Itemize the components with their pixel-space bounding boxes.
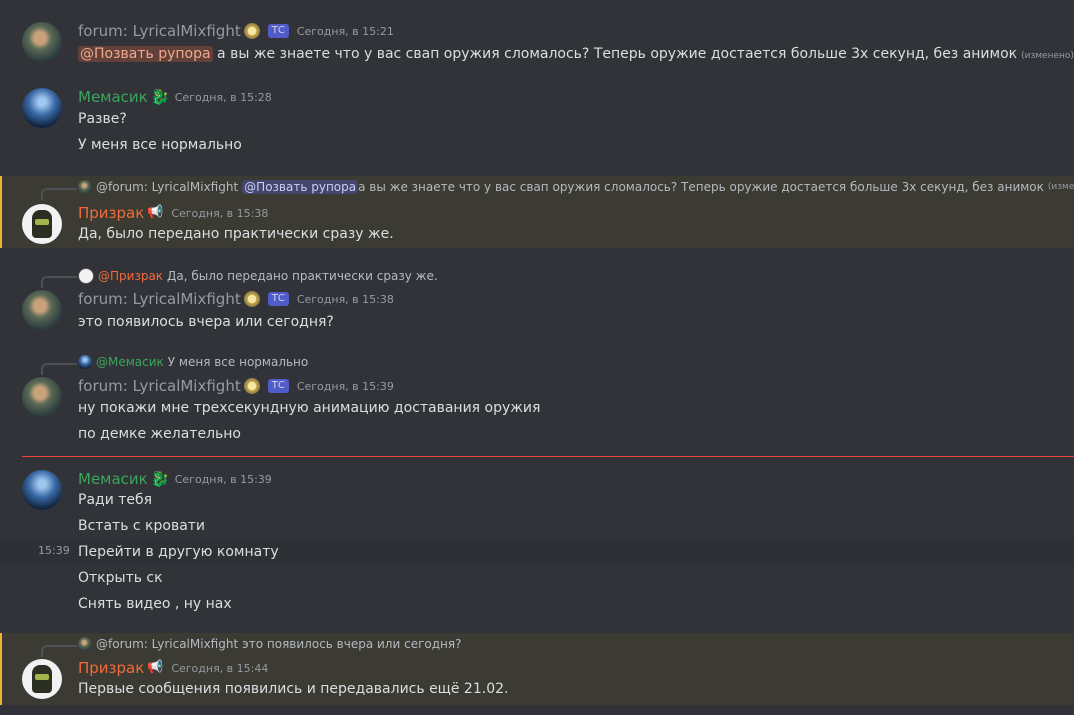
author-name[interactable]: Призрак <box>78 659 144 677</box>
medal-icon <box>243 291 260 307</box>
message[interactable]: @Призрак Да, было передано практически с… <box>0 264 1074 336</box>
author-name[interactable]: forum: LyricalMixfight <box>78 22 241 40</box>
avatar <box>78 268 94 284</box>
avatar[interactable] <box>22 470 62 510</box>
message-text: Да, было передано практически сразу же. <box>78 226 394 242</box>
reply-preview[interactable]: @forum: LyricalMixfight @Позвать рупора … <box>78 180 1074 194</box>
reply-author[interactable]: @forum: LyricalMixfight <box>96 637 238 651</box>
dragon-icon: 🐉 <box>150 470 170 488</box>
message-header: Призрак 📢 Сегодня, в 15:38 <box>78 204 268 222</box>
timestamp[interactable]: Сегодня, в 15:21 <box>297 25 394 38</box>
author-name[interactable]: forum: LyricalMixfight <box>78 377 241 395</box>
medal-icon <box>243 378 260 394</box>
timestamp[interactable]: Сегодня, в 15:38 <box>297 293 394 306</box>
reply-author[interactable]: @Мемасик <box>96 355 164 369</box>
timestamp[interactable]: Сегодня, в 15:39 <box>297 380 394 393</box>
message-header: forum: LyricalMixfight ТС Сегодня, в 15:… <box>78 377 394 395</box>
hover-timestamp[interactable]: 15:39 <box>38 544 70 557</box>
dragon-icon: 🐉 <box>150 88 170 106</box>
reply-text: Да, было передано практически сразу же. <box>167 269 438 283</box>
message-text: по демке желательно <box>78 426 241 442</box>
reply-author[interactable]: @forum: LyricalMixfight <box>96 180 238 194</box>
reply-text: а вы же знаете что у вас свап оружия сло… <box>358 180 1044 194</box>
message-text: Разве? <box>78 111 127 127</box>
avatar-mask <box>35 219 49 225</box>
edited-label: (изменено) <box>1021 51 1074 61</box>
message-mention-highlight[interactable]: @forum: LyricalMixfight @Позвать рупора … <box>0 176 1074 248</box>
message-header: Призрак 📢 Сегодня, в 15:44 <box>78 659 268 677</box>
message[interactable]: forum: LyricalMixfight ТС Сегодня, в 15:… <box>0 14 1074 74</box>
role-mention[interactable]: @Позвать рупора <box>242 180 359 194</box>
megaphone-icon: 📢 <box>147 660 164 675</box>
avatar[interactable] <box>22 290 62 330</box>
reply-author[interactable]: @Призрак <box>98 269 163 283</box>
role-mention[interactable]: @Позвать рупора <box>78 46 213 62</box>
avatar[interactable] <box>22 659 62 699</box>
message[interactable]: Мемасик 🐉 Сегодня, в 15:28 Разве? У меня… <box>0 80 1074 160</box>
avatar[interactable] <box>22 88 62 128</box>
medal-icon <box>243 23 260 39</box>
message-header: forum: LyricalMixfight ТС Сегодня, в 15:… <box>78 290 394 308</box>
message-text: Перейти в другую комнату <box>78 544 279 560</box>
author-name[interactable]: Мемасик <box>78 470 148 488</box>
avatar[interactable] <box>22 22 62 62</box>
op-tag: ТС <box>267 379 289 393</box>
reply-preview[interactable]: @Мемасик У меня все нормально <box>78 355 308 369</box>
hovered-message-line[interactable]: 15:39 Перейти в другую комнату <box>0 538 1074 564</box>
reply-preview[interactable]: @forum: LyricalMixfight это появилось вч… <box>78 637 461 651</box>
timestamp[interactable]: Сегодня, в 15:38 <box>171 207 268 220</box>
author-name[interactable]: Мемасик <box>78 88 148 106</box>
message-text: ну покажи мне трехсекундную анимацию дос… <box>78 400 541 416</box>
message-text: Снять видео , ну нах <box>78 596 232 612</box>
avatar-mask <box>35 674 49 680</box>
author-name[interactable]: forum: LyricalMixfight <box>78 290 241 308</box>
avatar <box>78 355 92 369</box>
avatar <box>78 180 92 194</box>
reply-spine <box>41 276 77 288</box>
reply-preview[interactable]: @Призрак Да, было передано практически с… <box>78 268 438 284</box>
message-text: Встать с кровати <box>78 518 206 534</box>
new-messages-divider <box>22 456 1074 457</box>
reply-spine <box>41 363 77 375</box>
message-text: Ради тебя <box>78 492 153 508</box>
message-mention-highlight[interactable]: @forum: LyricalMixfight это появилось вч… <box>0 633 1074 705</box>
message-content: @Позвать рупора а вы же знаете что у вас… <box>78 46 1074 62</box>
avatar <box>78 637 92 651</box>
megaphone-icon: 📢 <box>147 205 164 220</box>
message-text: Открыть ск <box>78 570 163 586</box>
timestamp[interactable]: Сегодня, в 15:28 <box>175 91 272 104</box>
avatar[interactable] <box>22 204 62 244</box>
message-text: а вы же знаете что у вас свап оружия сло… <box>212 46 1018 62</box>
message-header: forum: LyricalMixfight ТС Сегодня, в 15:… <box>78 22 394 40</box>
author-name[interactable]: Призрак <box>78 204 144 222</box>
edited-label: (изменено) <box>1047 182 1074 192</box>
reply-spine <box>41 188 77 200</box>
timestamp[interactable]: Сегодня, в 15:39 <box>175 473 272 486</box>
reply-spine <box>41 645 77 657</box>
message[interactable]: @Мемасик У меня все нормально forum: Lyr… <box>0 351 1074 449</box>
message-text: У меня все нормально <box>78 137 242 153</box>
timestamp[interactable]: Сегодня, в 15:44 <box>171 662 268 675</box>
message-header: Мемасик 🐉 Сегодня, в 15:39 <box>78 470 272 488</box>
chat-message-list[interactable]: forum: LyricalMixfight ТС Сегодня, в 15:… <box>0 0 1074 715</box>
message-text: Первые сообщения появились и передавалис… <box>78 681 509 697</box>
reply-text: это появилось вчера или сегодня? <box>242 637 462 651</box>
op-tag: ТС <box>267 292 289 306</box>
reply-text: У меня все нормально <box>167 355 309 369</box>
avatar[interactable] <box>22 377 62 417</box>
message-header: Мемасик 🐉 Сегодня, в 15:28 <box>78 88 272 106</box>
op-tag: ТС <box>267 24 289 38</box>
message[interactable]: Мемасик 🐉 Сегодня, в 15:39 Ради тебя Вст… <box>0 464 1074 622</box>
message-text: это появилось вчера или сегодня? <box>78 314 334 330</box>
